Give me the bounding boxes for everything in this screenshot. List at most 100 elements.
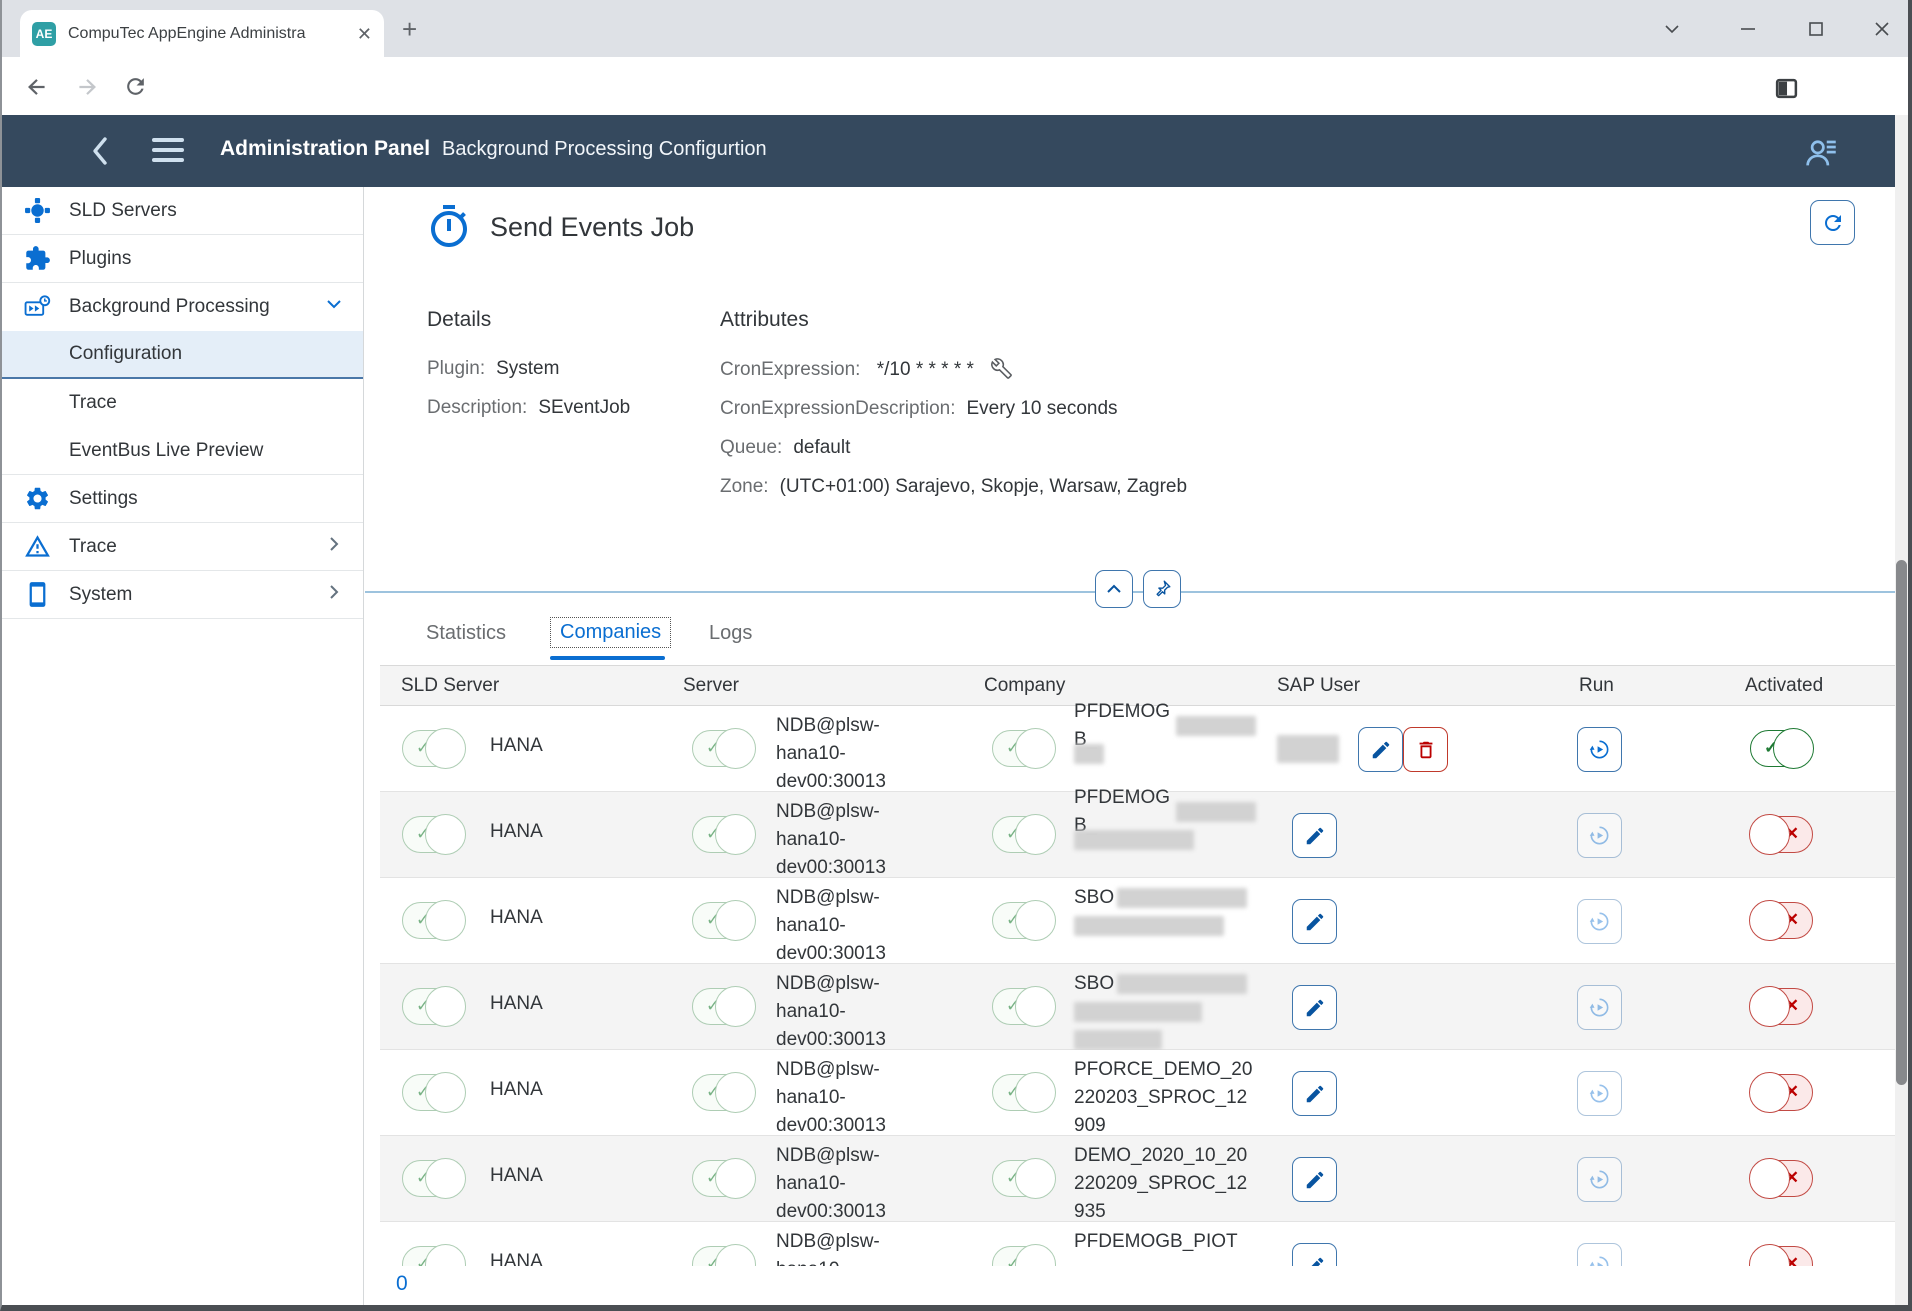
tab-close-icon[interactable]: ✕ — [357, 25, 372, 43]
menu-hamburger-icon[interactable] — [152, 138, 184, 168]
edit-sap-user-button[interactable] — [1292, 899, 1337, 944]
wrench-icon[interactable] — [991, 358, 1012, 379]
sld-server-toggle[interactable]: ✓ — [402, 902, 465, 939]
run-play-icon — [1588, 910, 1611, 933]
window-menu-chevron-icon[interactable] — [1642, 0, 1702, 57]
edit-sap-user-button[interactable] — [1358, 727, 1403, 772]
browser-tab[interactable]: AE CompuTec AppEngine Administra ✕ — [20, 10, 384, 57]
sidebar-item-system[interactable]: System — [2, 571, 363, 619]
new-tab-button[interactable]: + — [402, 16, 417, 42]
sidebar-item-eventbus-live-preview[interactable]: EventBus Live Preview — [2, 427, 363, 475]
activated-toggle[interactable]: ✓ — [1750, 730, 1813, 767]
user-settings-icon[interactable] — [1802, 135, 1838, 176]
activated-toggle[interactable]: ✕ — [1750, 902, 1813, 939]
collapse-panel-button[interactable] — [1095, 570, 1133, 608]
side-panel-icon[interactable] — [1774, 76, 1799, 106]
company-toggle[interactable]: ✓ — [992, 1160, 1055, 1197]
server-name: NDB@plsw-hana10-dev00:30013 — [776, 970, 902, 1054]
refresh-button[interactable] — [1810, 200, 1855, 245]
server-toggle[interactable]: ✓ — [692, 1074, 755, 1111]
server-toggle[interactable]: ✓ — [692, 1246, 755, 1266]
app-subtitle: Background Processing Configurtion — [442, 138, 767, 161]
tab-companies[interactable]: Companies — [550, 617, 671, 648]
sidebar-item-trace-sub[interactable]: Trace — [2, 379, 363, 427]
company-toggle[interactable]: ✓ — [992, 988, 1055, 1025]
scrollbar-thumb[interactable] — [1896, 560, 1907, 1085]
pin-panel-button[interactable] — [1143, 570, 1181, 608]
window-maximize-button[interactable] — [1786, 0, 1846, 57]
warning-triangle-icon — [24, 533, 51, 560]
col-company: Company — [984, 675, 1065, 697]
sld-server-toggle[interactable]: ✓ — [402, 730, 465, 767]
sidebar-item-settings[interactable]: Settings — [2, 475, 363, 523]
pin-icon — [1151, 578, 1173, 600]
server-toggle[interactable]: ✓ — [692, 1160, 755, 1197]
edit-sap-user-button[interactable] — [1292, 1071, 1337, 1116]
switch-knob — [1015, 1072, 1056, 1113]
company-toggle[interactable]: ✓ — [992, 816, 1055, 853]
run-button-disabled — [1577, 1243, 1622, 1266]
server-name: NDB@plsw-hana10-dev00:30013 — [776, 884, 902, 968]
chevron-up-icon — [1104, 579, 1124, 599]
sidebar-item-background-processing[interactable]: Background Processing — [2, 283, 363, 331]
col-sap-user: SAP User — [1277, 675, 1360, 697]
sidebar-item-configuration[interactable]: Configuration — [2, 331, 363, 379]
server-toggle[interactable]: ✓ — [692, 816, 755, 853]
switch-knob — [715, 900, 756, 941]
server-toggle[interactable]: ✓ — [692, 730, 755, 767]
server-toggle[interactable]: ✓ — [692, 988, 755, 1025]
sld-server-name: HANA — [490, 1079, 543, 1101]
activated-toggle[interactable]: ✕ — [1750, 1246, 1813, 1266]
app-back-chevron-icon[interactable] — [90, 135, 110, 172]
queue-label: Queue: — [720, 437, 782, 458]
zone-value: (UTC+01:00) Sarajevo, Skopje, Warsaw, Za… — [780, 476, 1187, 497]
window-minimize-button[interactable] — [1718, 0, 1778, 57]
forward-icon[interactable] — [74, 74, 100, 105]
activated-toggle[interactable]: ✕ — [1750, 988, 1813, 1025]
company-toggle[interactable]: ✓ — [992, 902, 1055, 939]
company-toggle[interactable]: ✓ — [992, 1074, 1055, 1111]
message-count-link[interactable]: 0 — [396, 1272, 408, 1296]
tab-logs[interactable]: Logs — [709, 622, 752, 645]
edit-sap-user-button[interactable] — [1292, 813, 1337, 858]
run-button-disabled — [1577, 1157, 1622, 1202]
col-sld-server: SLD Server — [401, 675, 499, 697]
activated-toggle[interactable]: ✕ — [1750, 816, 1813, 853]
switch-knob — [715, 728, 756, 769]
edit-sap-user-button[interactable] — [1292, 1243, 1337, 1266]
server-toggle[interactable]: ✓ — [692, 902, 755, 939]
sidebar-item-plugins[interactable]: Plugins — [2, 235, 363, 283]
sidebar-item-sld-servers[interactable]: SLD Servers — [2, 187, 363, 235]
sidebar: SLD Servers Plugins Background Processin… — [2, 187, 364, 1306]
delete-sap-user-button[interactable] — [1403, 727, 1448, 772]
run-button-disabled — [1577, 813, 1622, 858]
run-button[interactable] — [1577, 727, 1622, 772]
sld-server-toggle[interactable]: ✓ — [402, 1246, 465, 1266]
back-icon[interactable] — [24, 74, 50, 105]
activated-toggle[interactable]: ✕ — [1750, 1160, 1813, 1197]
company-toggle[interactable]: ✓ — [992, 1246, 1055, 1266]
sld-server-toggle[interactable]: ✓ — [402, 816, 465, 853]
edit-sap-user-button[interactable] — [1292, 985, 1337, 1030]
company-toggle[interactable]: ✓ — [992, 730, 1055, 767]
switch-knob — [1749, 1158, 1790, 1199]
sidebar-item-trace[interactable]: Trace — [2, 523, 363, 571]
page-scrollbar — [1895, 115, 1908, 1306]
browser-window: AE CompuTec AppEngine Administra ✕ + — [0, 0, 1912, 1311]
switch-knob — [1015, 1158, 1056, 1199]
sld-server-toggle[interactable]: ✓ — [402, 1160, 465, 1197]
edit-sap-user-button[interactable] — [1292, 1157, 1337, 1202]
activated-toggle[interactable]: ✕ — [1750, 1074, 1813, 1111]
window-close-button[interactable] — [1852, 0, 1912, 57]
browser-tabstrip: AE CompuTec AppEngine Administra ✕ + — [2, 0, 1908, 57]
switch-knob — [425, 728, 466, 769]
details-section: Details Plugin:System Description:SEvent… — [427, 308, 697, 436]
reload-icon[interactable] — [123, 74, 148, 104]
sld-server-toggle[interactable]: ✓ — [402, 1074, 465, 1111]
sld-server-toggle[interactable]: ✓ — [402, 988, 465, 1025]
trash-icon — [1415, 739, 1437, 761]
tab-statistics[interactable]: Statistics — [426, 622, 506, 645]
switch-knob — [425, 1072, 466, 1113]
sidebar-item-label: Plugins — [69, 248, 131, 270]
table-row: ✓ HANA ✓ NDB@plsw-hana10-dev00:30013 ✓ P… — [380, 1222, 1895, 1266]
